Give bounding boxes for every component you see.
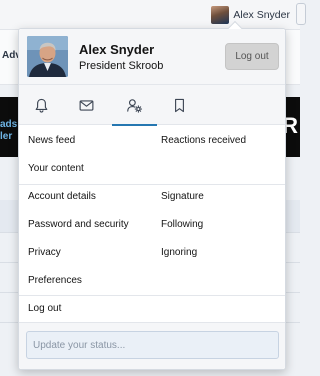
bookmark-icon [175, 98, 184, 112]
logout-button[interactable]: Log out [225, 43, 279, 70]
menu-divider [19, 184, 285, 185]
menu-tabs [19, 85, 285, 126]
link-ignoring[interactable]: Ignoring [161, 247, 197, 259]
topbar-user-link[interactable]: Alex Snyder [211, 4, 290, 26]
banner-left-line-1: ads [0, 119, 18, 130]
link-log-out[interactable]: Log out [28, 303, 61, 315]
link-privacy[interactable]: Privacy [28, 247, 61, 259]
tab-bookmarks[interactable] [157, 85, 202, 125]
topbar-username: Alex Snyder [233, 9, 290, 21]
user-title: President Skroob [79, 60, 164, 72]
bell-icon [35, 98, 48, 113]
user-avatar[interactable] [27, 36, 68, 77]
status-input[interactable] [26, 331, 279, 359]
link-signature[interactable]: Signature [161, 191, 204, 203]
avatar-image [27, 36, 68, 77]
menu-header: Alex Snyder President Skroob Log out [19, 29, 285, 85]
menu-divider [19, 295, 285, 296]
banner-left-text: ads ler [0, 119, 17, 143]
envelope-icon [79, 99, 94, 111]
user-name[interactable]: Alex Snyder [79, 42, 154, 57]
topbar-avatar [211, 6, 230, 24]
banner-left-line-2: ler [0, 131, 13, 142]
tab-account[interactable] [112, 85, 157, 126]
link-reactions-received[interactable]: Reactions received [161, 135, 246, 147]
site-topbar: Alex Snyder [0, 0, 306, 30]
link-your-content[interactable]: Your content [28, 163, 84, 175]
link-following[interactable]: Following [161, 219, 203, 231]
status-area [19, 322, 285, 369]
user-cog-icon [127, 98, 143, 113]
link-account-details[interactable]: Account details [28, 191, 96, 203]
link-password-security[interactable]: Password and security [28, 219, 129, 231]
account-menu: Alex Snyder President Skroob Log out New… [18, 20, 286, 370]
link-preferences[interactable]: Preferences [28, 275, 82, 287]
link-news-feed[interactable]: News feed [28, 135, 75, 147]
topbar-edge-button[interactable] [296, 3, 306, 25]
tab-alerts[interactable] [19, 85, 64, 125]
tab-conversations[interactable] [64, 85, 109, 125]
